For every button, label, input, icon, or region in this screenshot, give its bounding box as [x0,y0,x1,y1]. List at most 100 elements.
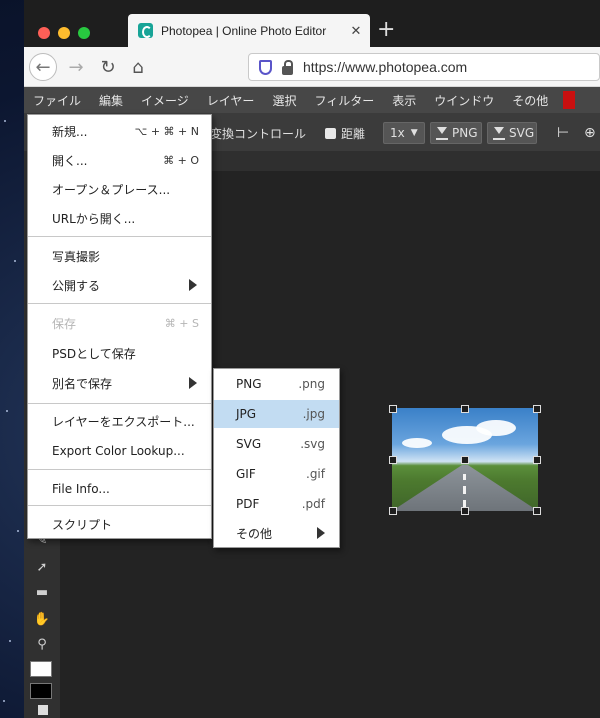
submenu-item-other[interactable]: その他 [214,519,339,547]
camera-icon[interactable] [38,705,48,715]
forward-arrow-icon[interactable]: → [62,53,90,81]
export-svg-label: SVG [509,126,535,140]
background-color-swatch[interactable] [30,683,52,699]
menu-edit[interactable]: 編集 [90,92,132,109]
menu-item-save-as[interactable]: 別名で保存 [28,369,211,397]
menu-item-take-photo[interactable]: 写真撮影 [28,242,211,270]
distance-checkbox[interactable] [325,127,336,139]
reload-icon[interactable]: ↻ [94,53,122,81]
chevron-down-icon: ▼ [410,128,418,138]
menu-item-label: 開く... [52,153,88,168]
menu-view[interactable]: 表示 [383,92,425,109]
transform-handle[interactable] [461,405,469,413]
menu-item-publish[interactable]: 公開する [28,271,211,299]
foreground-color-swatch[interactable] [30,661,52,677]
new-tab-button[interactable]: + [377,17,395,42]
menu-item-export-color-lookup[interactable]: Export Color Lookup... [28,437,211,465]
scale-select[interactable]: 1x ▼ [383,122,425,144]
account-button[interactable] [563,91,576,109]
menu-more[interactable]: その他 [503,92,557,109]
transform-controls-toggle[interactable]: 変換コントロール [210,122,306,144]
shield-icon[interactable] [259,59,272,75]
transform-handle[interactable] [461,456,469,464]
photopea-icon [138,23,153,38]
menu-item-save-as-psd[interactable]: PSDとして保存 [28,339,211,367]
transform-handle[interactable] [461,507,469,515]
menu-select[interactable]: 選択 [263,92,305,109]
submenu-item-ext: .png [298,377,325,391]
submenu-item-gif[interactable]: GIF .gif [214,460,339,488]
menu-layer[interactable]: レイヤー [198,92,264,109]
menu-item-label: 公開する [52,278,101,293]
submenu-item-label: SVG [236,437,262,451]
zoom-window-button[interactable] [78,27,90,39]
menu-separator [28,303,211,304]
menu-item-save[interactable]: 保存 ⌘ + S [28,309,211,337]
menu-item-script[interactable]: スクリプト [28,510,211,538]
menu-item-label: レイヤーをエクスポート... [52,414,195,429]
close-tab-icon[interactable]: ✕ [346,23,366,39]
menu-item-shortcut: ⌥ + ⌘ + N [134,124,199,138]
submenu-item-label: PDF [236,497,260,511]
menu-item-shortcut: ⌘ + O [163,153,199,167]
submenu-arrow-icon [189,377,197,389]
submenu-item-ext: .svg [300,437,325,451]
menu-item-open-from-url[interactable]: URLから開く... [28,204,211,232]
app-menubar: ファイル 編集 イメージ レイヤー 選択 フィルター 表示 ウインドウ その他 [24,87,600,113]
submenu-item-png[interactable]: PNG .png [214,370,339,398]
transform-handle[interactable] [389,405,397,413]
transform-handle[interactable] [533,456,541,464]
menu-item-label: スクリプト [52,517,113,532]
save-as-submenu: PNG .png JPG .jpg SVG .svg GIF .gif PDF … [213,368,340,548]
submenu-item-pdf[interactable]: PDF .pdf [214,490,339,518]
transform-controls-label: 変換コントロール [210,126,307,141]
home-icon[interactable]: ⌂ [124,53,152,81]
submenu-item-jpg[interactable]: JPG .jpg [214,400,339,428]
menu-item-export-layers[interactable]: レイヤーをエクスポート... [28,407,211,435]
menu-filter[interactable]: フィルター [305,92,383,109]
address-bar[interactable]: https://www.photopea.com [248,53,600,81]
transform-handle[interactable] [533,405,541,413]
transform-handle[interactable] [389,456,397,464]
hand-icon[interactable]: ✋ [32,612,52,628]
menu-file[interactable]: ファイル [24,92,90,109]
export-png-button[interactable]: PNG [430,122,482,144]
submenu-item-label: GIF [236,467,256,481]
menu-item-label: PSDとして保存 [52,346,136,361]
align-center-icon[interactable]: ⊕ [584,122,596,144]
menu-separator [28,469,211,470]
menu-item-open[interactable]: 開く... ⌘ + O [28,146,211,174]
distance-toggle[interactable]: 距離 [325,122,365,144]
distance-label: 距離 [341,126,366,141]
zoom-icon[interactable]: ⚲ [32,637,52,653]
back-arrow-icon[interactable]: ← [29,53,57,81]
file-menu: 新規... ⌥ + ⌘ + N 開く... ⌘ + O オープン＆プレース...… [27,114,212,539]
menu-item-label: 写真撮影 [52,249,101,264]
url-text[interactable]: https://www.photopea.com [303,59,467,75]
lock-icon[interactable] [282,59,293,75]
close-window-button[interactable] [38,27,50,39]
menu-item-label: オープン＆プレース... [52,182,171,197]
menu-window[interactable]: ウインドウ [425,92,503,109]
export-svg-button[interactable]: SVG [487,122,537,144]
submenu-item-label: JPG [236,407,257,421]
align-left-icon[interactable]: ⊢ [557,122,569,144]
submenu-item-svg[interactable]: SVG .svg [214,430,339,458]
menu-item-file-info[interactable]: File Info... [28,475,211,503]
browser-tab[interactable]: Photopea | Online Photo Editor ✕ [128,14,370,47]
transform-handle[interactable] [533,507,541,515]
submenu-item-ext: .gif [306,467,325,481]
menu-item-label: 別名で保存 [52,376,113,391]
submenu-arrow-icon [189,279,197,291]
minimize-window-button[interactable] [58,27,70,39]
menu-image[interactable]: イメージ [132,92,198,109]
transform-handle[interactable] [389,507,397,515]
menu-item-new[interactable]: 新規... ⌥ + ⌘ + N [28,117,211,145]
menu-item-label: Export Color Lookup... [52,444,185,458]
menu-item-open-and-place[interactable]: オープン＆プレース... [28,175,211,203]
submenu-item-ext: .jpg [302,407,325,421]
rectangle-icon[interactable]: ▬ [32,585,52,601]
tab-bar: Photopea | Online Photo Editor ✕ + [24,0,600,47]
submenu-item-label: PNG [236,377,262,391]
select-icon[interactable]: ➚ [32,560,52,576]
